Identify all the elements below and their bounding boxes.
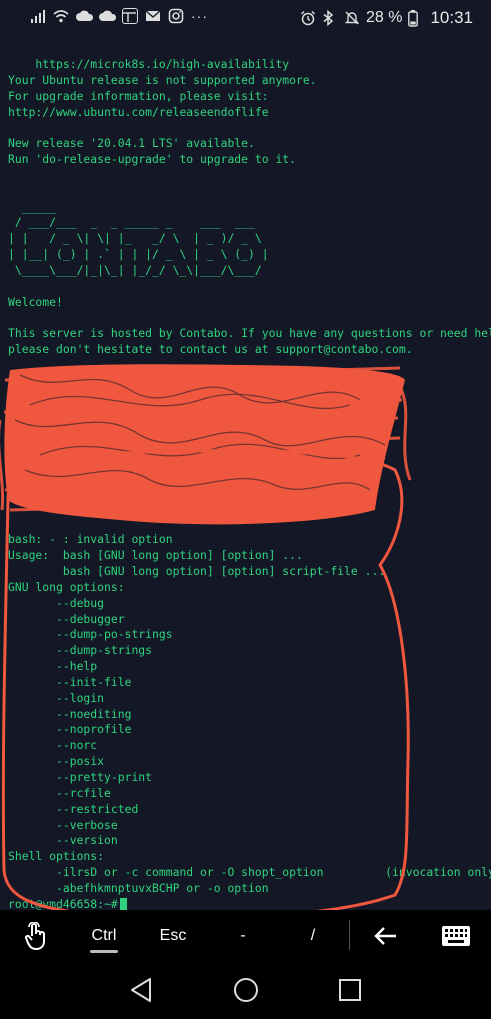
- terminal-line: Your Ubuntu release is not supported any…: [8, 72, 317, 87]
- mail-icon: [145, 8, 161, 24]
- bluetooth-icon: [322, 9, 338, 27]
- terminal-line: -abefhkmnptuvxBCHP or -o option: [8, 880, 269, 895]
- terminal-line: --verbose: [8, 817, 118, 832]
- navigation-bar: [0, 962, 491, 1019]
- terminal-line: GNU long options:: [8, 579, 125, 594]
- dash-key[interactable]: -: [228, 910, 258, 962]
- status-bar: ··· 28 % 10:31: [0, 0, 491, 38]
- terminal-line: --pretty-print: [8, 769, 153, 784]
- terminal-line: --dump-strings: [8, 643, 153, 658]
- terminal-line: / ___/___ _ _ _____ _ ___ ___: [8, 215, 255, 230]
- slash-key[interactable]: /: [298, 910, 328, 962]
- home-icon[interactable]: [232, 976, 260, 1008]
- cloud-icon: [76, 8, 94, 24]
- esc-key[interactable]: Esc: [150, 910, 196, 962]
- mute-icon: [344, 10, 360, 26]
- keyboard-icon[interactable]: [438, 910, 474, 962]
- signal-icon: [30, 8, 46, 24]
- terminal-line: --noprofile: [8, 722, 132, 737]
- ctrl-key[interactable]: Ctrl: [80, 910, 128, 962]
- back-arrow-icon[interactable]: [368, 910, 402, 962]
- key-separator: [349, 920, 350, 950]
- battery-percent: 28 %: [365, 9, 403, 26]
- terminal-line: For upgrade information, please visit:: [8, 88, 269, 103]
- more-notifications-icon: ···: [191, 8, 208, 24]
- terminal-line: --restricted: [8, 801, 139, 816]
- terminal-line: --login: [8, 690, 105, 705]
- wifi-icon: [53, 8, 69, 24]
- terminal-line: bash [GNU long option] [option] script-f…: [8, 564, 386, 578]
- terminal-line: -ilrsD or -c command or -O shopt_option …: [8, 865, 491, 880]
- terminal-line: Usage: bash [GNU long option] [option] .…: [8, 548, 303, 563]
- terminal-prompt-line[interactable]: root@vmd46658:~#: [8, 897, 491, 910]
- alarm-icon: [300, 10, 316, 26]
- terminal-line: --noediting: [8, 706, 132, 721]
- terminal-line: Welcome!: [8, 294, 63, 309]
- redaction-scribble: [0, 364, 412, 525]
- extra-keys-bar: Ctrl Esc - /: [0, 910, 491, 962]
- terminal-line: | |__| (_) | .` | | |/ _ \ | _ \ (_) |: [8, 247, 269, 262]
- terminal-line: --init-file: [8, 674, 132, 689]
- ctrl-active-indicator: [90, 950, 118, 953]
- terminal-line: --dump-po-strings: [8, 627, 173, 642]
- terminal-line: | | / _ \| \| |_ _/ \ | _ )/ _ \: [8, 231, 262, 246]
- cloud-icon: [99, 8, 117, 24]
- terminal-line: Run 'do-release-upgrade' to upgrade to i…: [8, 152, 297, 167]
- terminal-line: bash: - : invalid option: [8, 532, 173, 547]
- terminal-line: --version: [8, 833, 118, 848]
- terminal-line: _____: [8, 199, 57, 214]
- touch-icon[interactable]: [18, 910, 54, 962]
- recents-icon[interactable]: [338, 976, 362, 1008]
- terminal-line: https://microk8s.io/high-availability: [8, 57, 290, 71]
- terminal-line: --posix: [8, 754, 105, 769]
- terminal-line: --norc: [8, 738, 98, 753]
- terminal-line: Shell options:: [8, 849, 105, 864]
- terminal-line: --rcfile: [8, 785, 111, 800]
- terminal-line: --debug: [8, 595, 105, 610]
- clock: 10:31: [430, 8, 473, 27]
- terminal-line: --debugger: [8, 611, 125, 626]
- terminal-line: New release '20.04.1 LTS' available.: [8, 136, 255, 151]
- terminal-line: please don't hesitate to contact us at s…: [8, 342, 413, 357]
- instagram-icon: [168, 8, 184, 24]
- terminal-line: This server is hosted by Contabo. If you…: [8, 326, 491, 341]
- battery-icon: [408, 10, 424, 27]
- terminal-line: --help: [8, 659, 98, 674]
- browser-icon: [122, 8, 138, 24]
- shell-prompt: root@vmd46658:~#: [8, 896, 118, 910]
- terminal-line: http://www.ubuntu.com/releaseendoflife: [8, 104, 269, 119]
- text-cursor: [119, 897, 127, 910]
- terminal-line: \____\___/|_|\_| |_/_/ \_\|___/\___/: [8, 262, 262, 277]
- back-icon[interactable]: [128, 976, 154, 1008]
- phone-screen: ··· 28 % 10:31 https://microk8s.io/high-…: [0, 0, 491, 1019]
